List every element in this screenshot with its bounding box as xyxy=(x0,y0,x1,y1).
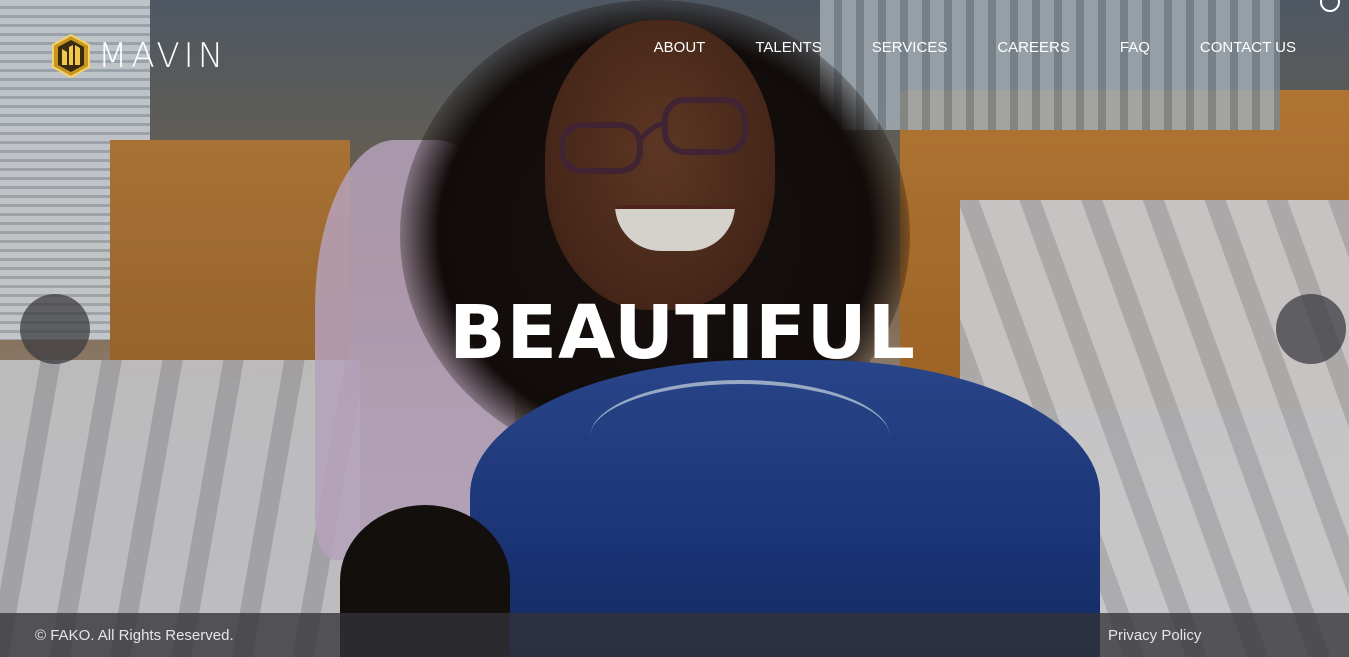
footer-bar: © FAKO. All Rights Reserved. Privacy Pol… xyxy=(0,613,1349,657)
carousel-prev-button[interactable] xyxy=(20,294,90,364)
nav-item-faq[interactable]: FAQ xyxy=(1120,38,1150,58)
privacy-policy-link[interactable]: Privacy Policy xyxy=(1108,627,1201,644)
hero-headline: BEAUTIFUL xyxy=(449,290,916,376)
hero-section: MAVIN ABOUT TALENTS SERVICES CAREERS FAQ… xyxy=(0,0,1349,657)
nav-item-talents[interactable]: TALENTS xyxy=(755,38,821,58)
nav-item-services[interactable]: SERVICES xyxy=(872,38,948,58)
brand-name: MAVIN xyxy=(98,36,228,76)
carousel-next-button[interactable] xyxy=(1276,294,1346,364)
nav-item-about[interactable]: ABOUT xyxy=(654,38,706,58)
main-nav: ABOUT TALENTS SERVICES CAREERS FAQ CONTA… xyxy=(604,38,1296,58)
brand-logo[interactable]: MAVIN xyxy=(52,34,227,78)
nav-item-careers[interactable]: CAREERS xyxy=(997,38,1070,58)
mavin-logo-icon xyxy=(52,34,90,78)
copyright-text: © FAKO. All Rights Reserved. xyxy=(35,627,234,644)
nav-item-contact[interactable]: CONTACT US xyxy=(1200,38,1296,58)
